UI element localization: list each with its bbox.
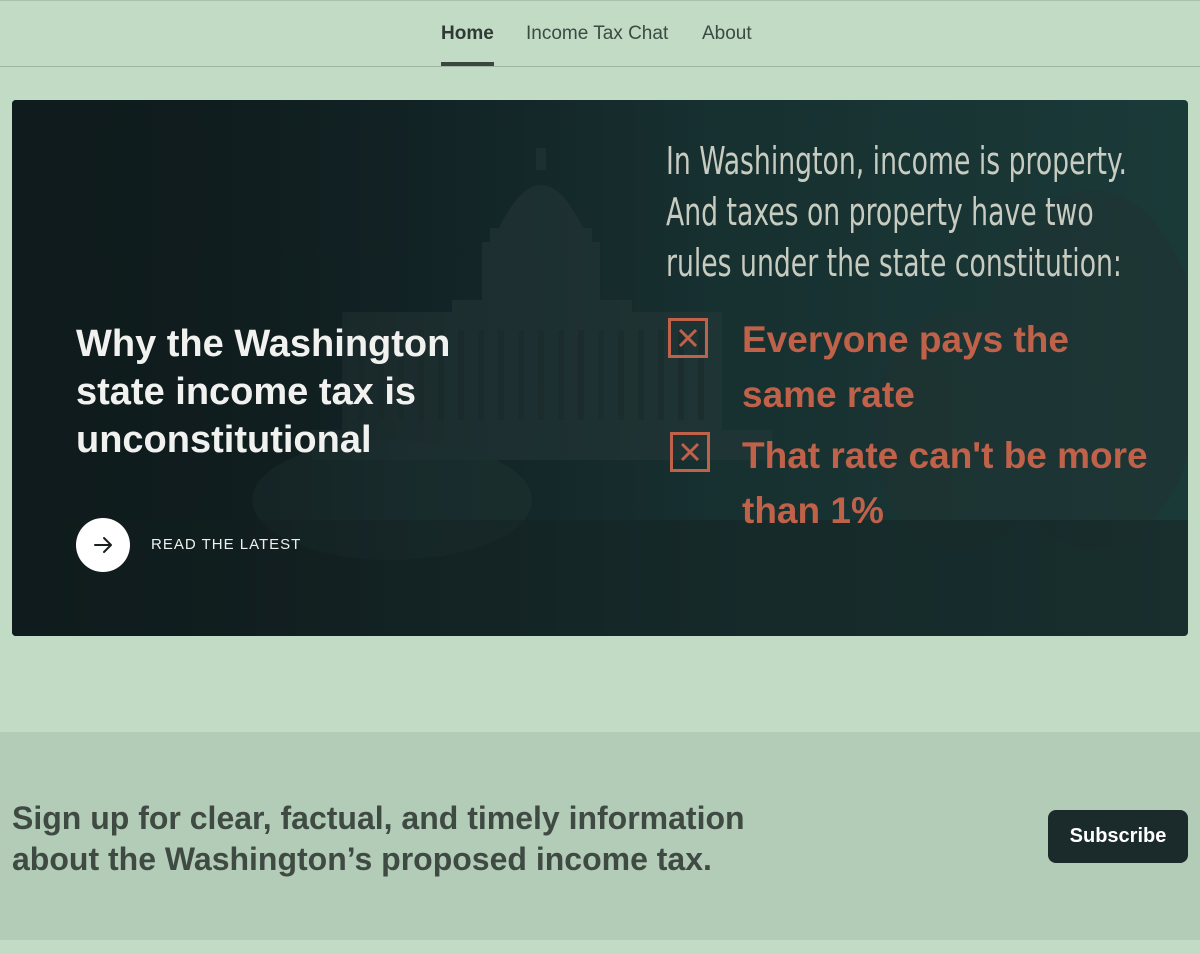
infographic-heading: In Washington, income is property. And t… [666, 139, 1127, 285]
arrow-right-icon [94, 537, 112, 553]
nav-item-about[interactable]: About [702, 23, 752, 45]
top-nav: Home Income Tax Chat About [0, 0, 1200, 67]
subscribe-button[interactable]: Subscribe [1048, 810, 1188, 863]
nav-item-home[interactable]: Home [441, 23, 494, 45]
signup-text: Sign up for clear, factual, and timely i… [12, 800, 745, 877]
rule-max-one-percent: That rate can't be more than 1% [742, 435, 1148, 531]
hero-title[interactable]: Why the Washington state income tax is u… [76, 320, 496, 464]
signup-section: Sign up for clear, factual, and timely i… [0, 732, 1200, 940]
x-box-icon [668, 318, 708, 358]
read-latest-button[interactable] [76, 518, 130, 572]
rule-same-rate: Everyone pays the same rate [742, 319, 1069, 415]
hero-card[interactable]: Why the Washington state income tax is u… [12, 100, 1188, 636]
nav-item-income-tax-chat[interactable]: Income Tax Chat [526, 23, 668, 45]
active-nav-indicator [441, 62, 494, 66]
read-latest-link[interactable]: READ THE LATEST [151, 536, 301, 553]
x-box-icon [670, 432, 710, 472]
